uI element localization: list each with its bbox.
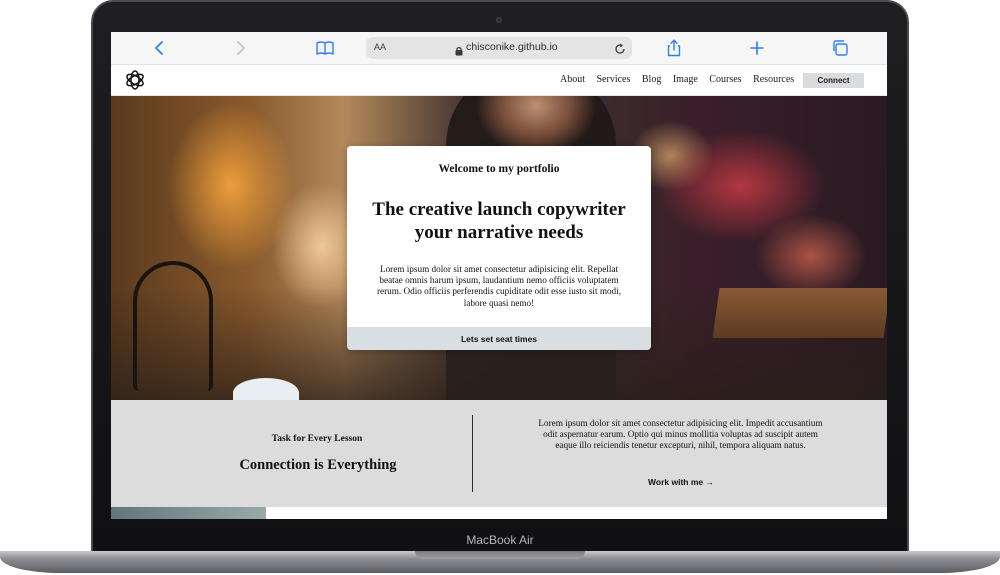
nav-link-about[interactable]: About bbox=[560, 74, 585, 85]
work-with-me-link[interactable]: Work with me → bbox=[611, 477, 751, 487]
text-size-button[interactable]: AA bbox=[374, 42, 386, 52]
next-section-image bbox=[111, 507, 266, 519]
reload-icon[interactable] bbox=[614, 42, 626, 60]
section-divider bbox=[472, 415, 473, 492]
hero-title-line-2: your narrative needs bbox=[414, 222, 584, 243]
hero-section: Welcome to my portfolio The creative lau… bbox=[111, 96, 887, 400]
new-tab-icon[interactable] bbox=[747, 38, 767, 58]
tabs-icon[interactable] bbox=[831, 38, 849, 58]
device-label: MacBook Air bbox=[466, 533, 534, 547]
share-icon[interactable] bbox=[666, 38, 682, 58]
nav-link-courses[interactable]: Courses bbox=[709, 74, 741, 85]
hero-subtitle: Welcome to my portfolio bbox=[438, 163, 560, 175]
forward-icon[interactable] bbox=[233, 38, 249, 58]
nav-link-resources[interactable]: Resources bbox=[753, 74, 794, 85]
bookmarks-icon[interactable] bbox=[315, 38, 335, 58]
nav-links: About Services Blog Image Courses Resour… bbox=[560, 74, 806, 85]
hero-title-line-1: The creative launch copywriter bbox=[372, 199, 626, 220]
feature-kicker: Task for Every Lesson bbox=[271, 434, 363, 444]
openai-logo-icon[interactable] bbox=[124, 69, 146, 91]
webcam bbox=[496, 17, 502, 23]
url-text: chisconike.github.io bbox=[466, 41, 558, 53]
back-icon[interactable] bbox=[151, 38, 167, 58]
hero-card: Welcome to my portfolio The creative lau… bbox=[347, 146, 651, 350]
hero-title: The creative launch copywriter your narr… bbox=[357, 198, 641, 244]
lock-icon bbox=[455, 43, 463, 61]
address-bar[interactable]: AA chisconike.github.io bbox=[366, 37, 632, 59]
feature-heading: Connection is Everything bbox=[239, 457, 397, 473]
set-seat-times-button[interactable]: Lets set seat times bbox=[347, 327, 651, 350]
browser-toolbar: AA chisconike.github.io bbox=[111, 32, 887, 65]
nav-link-services[interactable]: Services bbox=[597, 74, 631, 85]
hero-table-photo bbox=[712, 288, 887, 338]
screen: AA chisconike.github.io About Services B… bbox=[111, 32, 887, 519]
nav-link-image[interactable]: Image bbox=[673, 74, 698, 85]
hero-cup-photo bbox=[233, 378, 299, 400]
site-navbar: About Services Blog Image Courses Resour… bbox=[111, 65, 887, 96]
hero-body-text: Lorem ipsum dolor sit amet consectetur a… bbox=[376, 264, 622, 308]
laptop-notch bbox=[415, 551, 585, 559]
hero-chair-photo bbox=[133, 261, 213, 391]
feature-body-text: Lorem ipsum dolor sit amet consectetur a… bbox=[538, 418, 823, 451]
feature-section: Task for Every Lesson Connection is Ever… bbox=[111, 400, 887, 507]
nav-link-blog[interactable]: Blog bbox=[642, 74, 661, 85]
connect-button[interactable]: Connect bbox=[803, 73, 864, 88]
